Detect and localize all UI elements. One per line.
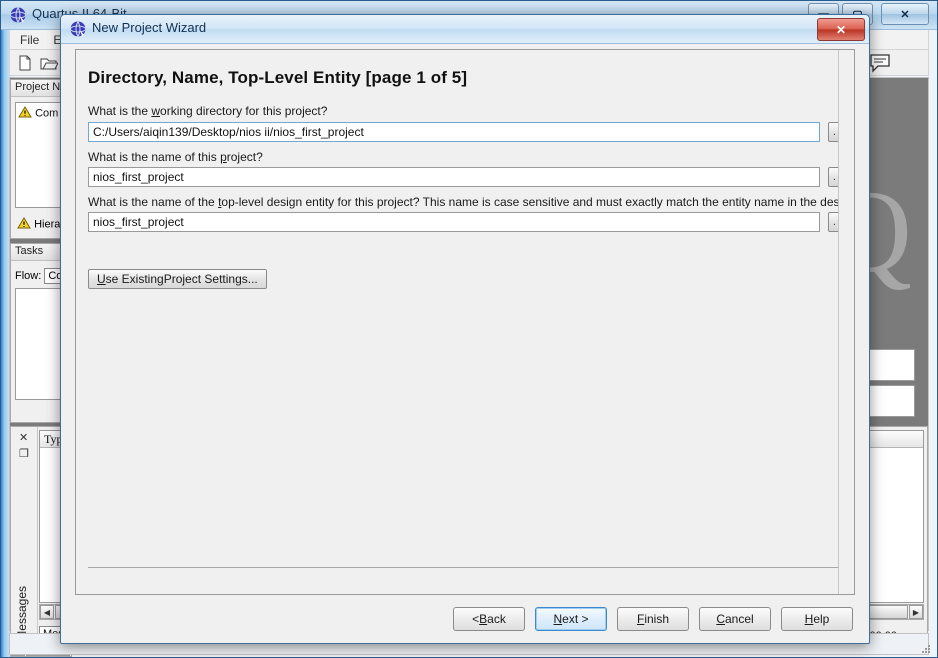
next-button[interactable]: Next > [535, 607, 607, 631]
close-icon: ✕ [835, 22, 847, 37]
menu-file[interactable]: File [20, 33, 39, 47]
btn-after: inish [644, 612, 670, 626]
dialog-button-bar: < Back Next > Finish Cancel Help [453, 607, 853, 631]
working-directory-input[interactable]: C:/Users/aiqin139/Desktop/nios ii/nios_f… [88, 122, 820, 142]
hierarchy-tab-label: Hiera [34, 218, 61, 231]
label-part-after: roject? [226, 150, 263, 164]
btn-before: < [472, 612, 480, 626]
page-title: Directory, Name, Top-Level Entity [page … [88, 68, 468, 87]
label-mnemonic: w [151, 104, 161, 118]
top-level-entity-input[interactable]: nios_first_project [88, 212, 820, 232]
warning-triangle-icon-hierarchy [17, 217, 31, 232]
project-name-input[interactable]: nios_first_project [88, 167, 820, 187]
quartus-globe-icon [9, 6, 27, 24]
btn-mnemonic: C [716, 612, 725, 626]
btn-mnemonic: B [479, 612, 488, 626]
help-button[interactable]: Help [781, 607, 853, 631]
dialog-titlebar[interactable]: New Project Wizard ✕ [61, 15, 869, 44]
label-part-before: What is the [88, 104, 152, 118]
undock-panel-icon[interactable]: ❐ [19, 447, 29, 460]
dialog-close-button[interactable]: ✕ [817, 18, 865, 41]
close-button[interactable]: ✕ [881, 3, 929, 25]
button-label-middle: se Existin [105, 272, 158, 286]
messages-scroll-right-arrow-icon[interactable]: ▶ [909, 605, 923, 619]
message-bubble-icon[interactable] [869, 53, 891, 73]
close-panel-icon[interactable]: ✕ [19, 431, 28, 444]
finish-button[interactable]: Finish [617, 607, 689, 631]
quartus-globe-icon [69, 20, 87, 38]
new-file-icon[interactable] [16, 55, 34, 71]
top-level-entity-label: What is the name of the top-level design… [88, 195, 855, 209]
flow-row: Flow: Co [15, 268, 67, 284]
btn-after: ancel [724, 612, 754, 626]
cancel-button[interactable]: Cancel [699, 607, 771, 631]
button-mnemonic-u: U [97, 272, 106, 286]
resize-grip-icon[interactable] [920, 642, 932, 654]
dialog-body: Directory, Name, Top-Level Entity [page … [75, 49, 855, 595]
dialog-vertical-scrollbar[interactable] [838, 50, 854, 594]
btn-mnemonic: H [804, 612, 814, 626]
btn-mnemonic: F [636, 612, 645, 626]
back-button[interactable]: < Back [453, 607, 525, 631]
flow-label: Flow: [15, 269, 42, 282]
label-part-after: op-level design entity for this project?… [221, 195, 855, 209]
messages-vertical-tabstrip[interactable]: ✕ ❐ Messages [11, 427, 38, 647]
button-mnemonic-g: g [157, 272, 164, 286]
close-icon: ✕ [900, 8, 910, 21]
label-part-before: What is the name of the [88, 195, 219, 209]
project-name-label: What is the name of this project? [88, 150, 263, 164]
messages-scroll-left-arrow-icon[interactable]: ◀ [40, 605, 54, 619]
dialog-separator [88, 567, 840, 568]
working-directory-label: What is the working directory for this p… [88, 104, 327, 118]
btn-after: elp [813, 612, 830, 626]
button-label-after: Project Settings... [163, 272, 258, 286]
label-part-before: What is the name of this [88, 150, 221, 164]
warning-triangle-icon [18, 106, 32, 121]
label-mnemonic: p [220, 150, 227, 164]
dialog-title: New Project Wizard [92, 20, 207, 35]
new-project-wizard-dialog: New Project Wizard ✕ Directory, Name, To… [60, 14, 870, 644]
btn-after: ext > [562, 612, 589, 626]
label-part-after: orking directory for this project? [160, 104, 328, 118]
btn-mnemonic: N [553, 612, 563, 626]
open-folder-icon[interactable] [40, 55, 59, 71]
use-existing-project-settings-button[interactable]: Use Existin g Project Settings... [88, 269, 267, 289]
tree-item-label: Com [35, 107, 59, 120]
btn-after: ack [487, 612, 506, 626]
